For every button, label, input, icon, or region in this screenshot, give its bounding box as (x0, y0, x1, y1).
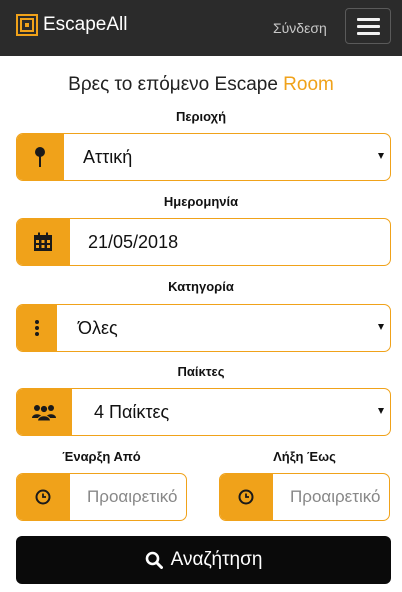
date-label: Ημερομηνία (163, 194, 239, 209)
end-time-addon (220, 474, 273, 520)
calendar-icon (34, 232, 52, 251)
title-accent: Room (283, 74, 334, 95)
brand-name: EscapeAll (43, 14, 128, 35)
search-button[interactable]: Αναζήτηση (16, 536, 391, 584)
category-label: Κατηγορία (168, 279, 234, 294)
clock-icon (35, 489, 51, 505)
menu-toggle-button[interactable] (345, 8, 391, 44)
escapeall-logo-icon (16, 14, 38, 36)
vertical-dots-icon (34, 320, 39, 336)
login-link[interactable]: Σύνδεση (273, 20, 327, 36)
search-button-label: Αναζήτηση (170, 549, 263, 570)
start-time-label: Έναρξη Από (62, 449, 141, 464)
map-pin-icon (35, 147, 45, 167)
navbar: EscapeAll Σύνδεση (0, 0, 402, 56)
end-time-placeholder: Προαιρετικό (290, 487, 381, 506)
users-icon (32, 404, 56, 421)
category-addon (17, 305, 57, 351)
end-time-input[interactable]: Προαιρετικό (219, 473, 390, 521)
page-title: Βρες το επόμενο Escape Room (68, 74, 334, 95)
area-caret-icon (378, 153, 384, 159)
start-time-input[interactable]: Προαιρετικό (16, 473, 187, 521)
players-caret-icon (378, 408, 384, 414)
area-value: Αττική (83, 146, 133, 167)
area-addon (17, 134, 64, 180)
players-select[interactable]: 4 Παίκτες (16, 388, 391, 436)
end-time-label: Λήξη Έως (273, 449, 336, 464)
start-time-placeholder: Προαιρετικό (87, 487, 178, 506)
date-value: 21/05/2018 (88, 231, 179, 252)
area-select[interactable]: Αττική (16, 133, 391, 181)
players-value: 4 Παίκτες (94, 401, 170, 422)
clock-icon (238, 489, 254, 505)
date-addon (17, 219, 70, 265)
date-input[interactable]: 21/05/2018 (16, 218, 391, 266)
category-select[interactable]: Όλες (16, 304, 391, 352)
category-value: Όλες (78, 317, 118, 338)
players-addon (17, 389, 72, 435)
brand[interactable]: EscapeAll (16, 14, 128, 36)
players-label: Παίκτες (177, 364, 225, 379)
area-label: Περιοχή (175, 109, 227, 124)
start-time-addon (17, 474, 70, 520)
category-caret-icon (378, 324, 384, 330)
search-icon (145, 551, 163, 569)
